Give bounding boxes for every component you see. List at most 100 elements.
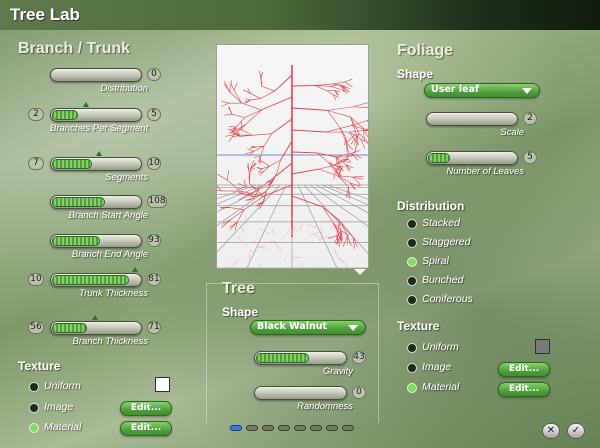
radio-button[interactable] (408, 239, 416, 247)
tree-branch (366, 120, 368, 123)
tree-branch (274, 74, 293, 92)
tree-reflection (281, 228, 291, 239)
tree-branch (238, 194, 248, 201)
radio-button[interactable] (30, 404, 38, 412)
foliage-image-edit-button[interactable]: Edit... (498, 362, 550, 377)
texture-option-material[interactable]: Material (30, 421, 110, 437)
slider-marker-icon (92, 315, 98, 320)
tree-preview[interactable] (217, 45, 368, 268)
tree-branch (341, 222, 354, 238)
radio-button[interactable] (408, 384, 416, 392)
distribution-option-spiral[interactable]: Spiral (408, 255, 518, 271)
tree-branch (245, 98, 252, 101)
slider-track[interactable] (254, 351, 347, 365)
preview-menu-arrow-icon[interactable] (354, 269, 366, 275)
page-dot-1[interactable] (230, 425, 242, 431)
slider-track[interactable] (50, 234, 142, 248)
cancel-button[interactable]: ✕ (542, 423, 560, 439)
page-dot-4[interactable] (278, 425, 290, 431)
slider-track[interactable] (426, 151, 518, 165)
grid-line (327, 184, 368, 200)
slider-fill (52, 159, 92, 169)
tree-title: Tree (222, 280, 255, 297)
slider-value: 71 (147, 321, 161, 334)
slider-track[interactable] (50, 195, 142, 209)
foliage-shape-dropdown[interactable]: User leaf (424, 83, 540, 98)
tree-shape-dropdown[interactable]: Black Walnut (250, 320, 366, 335)
tree-branch (351, 152, 358, 161)
page-dot-5[interactable] (294, 425, 306, 431)
foliage-material-edit-button[interactable]: Edit... (498, 382, 550, 397)
tree-branch (254, 156, 261, 158)
ok-button[interactable]: ✓ (567, 423, 585, 439)
chevron-down-icon (348, 325, 358, 331)
grid-line (217, 184, 281, 253)
page-dot-7[interactable] (326, 425, 338, 431)
slider-track[interactable] (50, 108, 142, 122)
slider-label: Segments (105, 172, 148, 183)
distribution-option-bunched[interactable]: Bunched (408, 274, 518, 290)
distribution-option-staggered[interactable]: Staggered (408, 236, 518, 252)
slider-label: Number of Leaves (446, 166, 524, 177)
grid-line (217, 184, 263, 205)
radio-button[interactable] (30, 383, 38, 391)
check-icon: ✓ (571, 425, 581, 436)
slider-track[interactable] (50, 68, 142, 82)
tree-branch (291, 107, 328, 111)
page-dot-3[interactable] (262, 425, 274, 431)
foliage-texture-option-material[interactable]: Material (408, 381, 488, 397)
tree-branch (271, 118, 293, 135)
radio-button[interactable] (408, 220, 416, 228)
tree-branch (340, 232, 342, 242)
tree-branch (246, 148, 255, 152)
foliage-texture-option-image[interactable]: Image (408, 361, 488, 377)
tree-reflection (318, 237, 324, 241)
foliage-texture-option-uniform[interactable]: Uniform (408, 341, 488, 357)
slider-marker-icon (132, 267, 138, 272)
grid-line (315, 184, 368, 214)
slider-track[interactable] (426, 112, 518, 126)
divider-right (378, 283, 379, 423)
page-dot-2[interactable] (246, 425, 258, 431)
tree-branch (263, 184, 293, 197)
tree-branch (327, 110, 351, 118)
texture-option-uniform[interactable]: Uniform (30, 380, 110, 396)
radio-button[interactable] (408, 344, 416, 352)
uniform-color-swatch[interactable] (156, 378, 169, 391)
radio-button[interactable] (408, 258, 416, 266)
radio-label: Material (422, 381, 460, 393)
radio-button[interactable] (408, 364, 416, 372)
branch-trunk-title: Branch / Trunk (18, 40, 131, 57)
tree-branch (224, 113, 232, 116)
material-edit-button[interactable]: Edit... (120, 421, 172, 436)
tree-branch (226, 170, 230, 181)
radio-label: Stacked (422, 217, 460, 229)
slider-track[interactable] (50, 157, 142, 171)
slider-track[interactable] (50, 321, 142, 335)
radio-label: Material (44, 421, 82, 433)
slider-label: Trunk Thickness (79, 288, 148, 299)
radio-label: Staggered (422, 236, 471, 248)
slider-marker-icon (83, 102, 89, 107)
page-dot-8[interactable] (342, 425, 354, 431)
tree-reflection (298, 221, 305, 231)
radio-button[interactable] (408, 277, 416, 285)
tree-branch (251, 145, 256, 148)
radio-label: Uniform (422, 341, 459, 353)
page-dot-6[interactable] (310, 425, 322, 431)
radio-button[interactable] (408, 296, 416, 304)
distribution-option-stacked[interactable]: Stacked (408, 217, 518, 233)
tree-branch (345, 78, 353, 83)
slider-track[interactable] (50, 273, 142, 287)
foliage-uniform-color-swatch[interactable] (536, 340, 549, 353)
radio-button[interactable] (30, 424, 38, 432)
slider-track[interactable] (254, 386, 347, 400)
tree-reflection (253, 238, 257, 246)
texture-option-image[interactable]: Image (30, 401, 110, 417)
tree-branch (221, 100, 230, 104)
distribution-option-coniferous[interactable]: Coniferous (408, 293, 518, 309)
grid-line (217, 184, 275, 226)
tree-branch (352, 176, 364, 178)
foliage-title: Foliage (397, 42, 454, 59)
image-edit-button[interactable]: Edit... (120, 401, 172, 416)
